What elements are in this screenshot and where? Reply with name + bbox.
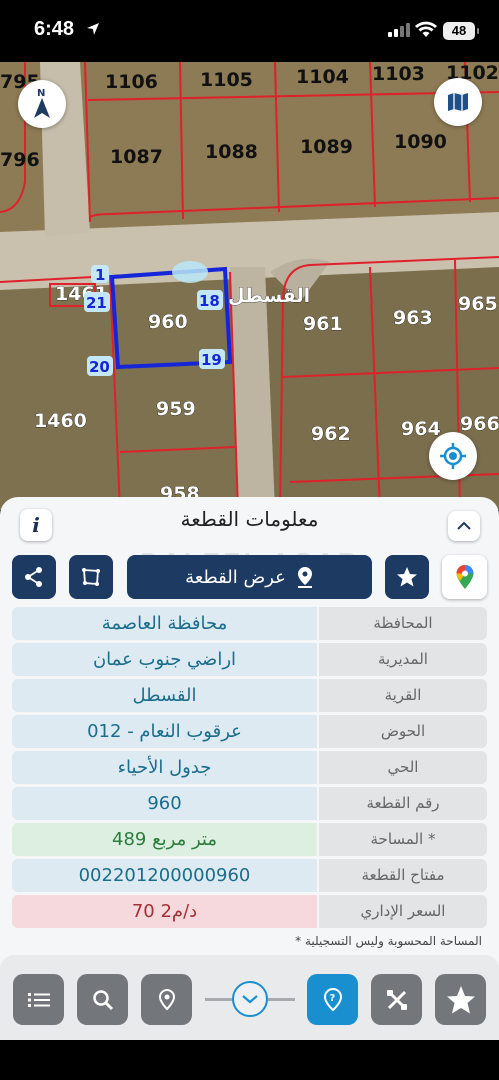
parcel-label: 961 (303, 313, 343, 335)
vertex-label: 19 (201, 351, 222, 369)
chevron-down-icon (242, 995, 258, 1004)
parcel-label: 963 (393, 307, 433, 329)
vertex-label: 1 (95, 266, 105, 284)
list-button[interactable] (13, 974, 64, 1025)
view-parcel-label: عرض القطعة (185, 566, 286, 588)
detail-row-directorate: اراضي جنوب عمان المديرية (12, 643, 487, 676)
battery-indicator: 48 (443, 22, 479, 40)
star-icon (397, 567, 417, 587)
my-location-button[interactable] (429, 432, 477, 480)
parcel-label: 1090 (394, 131, 447, 153)
favorite-button[interactable] (385, 555, 429, 599)
tools-button[interactable] (371, 974, 422, 1025)
list-icon (27, 992, 50, 1007)
share-button[interactable] (12, 555, 56, 599)
detail-label: السعر الإداري (319, 895, 487, 928)
vertex-label: 21 (86, 294, 107, 312)
parcel-details-table: محافظة العاصمة المحافظة اراضي جنوب عمان … (12, 607, 487, 931)
detail-value: جدول الأحياء (12, 751, 317, 784)
collapse-panel-button[interactable] (448, 511, 480, 541)
detail-row-area: 489 متر مربع المساحة * (12, 823, 487, 856)
search-icon (92, 989, 113, 1010)
map-pin-icon (297, 567, 312, 588)
expand-toolbar-button[interactable] (232, 981, 268, 1017)
polygon-icon (82, 568, 100, 586)
parcel-label: 960 (148, 311, 188, 333)
detail-row-parcel-key: 002201200000960 مفتاح القطعة (12, 859, 487, 892)
parcel-label: 1104 (296, 66, 349, 88)
detail-label: الحي (319, 751, 487, 784)
parcel-label: 796 (0, 149, 40, 171)
detail-row-parcel-number: 960 رقم القطعة (12, 787, 487, 820)
map-layers-button[interactable] (434, 78, 482, 126)
detail-value: عرقوب النعام - 012 (12, 715, 317, 748)
parcel-label: 1088 (205, 141, 258, 163)
star-icon (446, 985, 475, 1013)
google-maps-button[interactable] (442, 555, 487, 599)
area-footnote: * المساحة المحسوبة وليس التسجيلية (295, 934, 482, 948)
status-time: 6:48 (34, 18, 75, 40)
panel-title: معلومات القطعة (180, 507, 319, 531)
detail-value: 70 د/م2 (12, 895, 317, 928)
detail-label: المساحة * (319, 823, 487, 856)
vertex-label: 20 (89, 358, 110, 376)
parcel-label: 1087 (110, 146, 163, 168)
view-parcel-button[interactable]: عرض القطعة (127, 555, 372, 599)
parcel-label: 959 (156, 398, 196, 420)
detail-label: رقم القطعة (319, 787, 487, 820)
parcel-label: 1106 (105, 71, 158, 93)
detail-row-neighborhood: جدول الأحياء الحي (12, 751, 487, 784)
parcel-label: 1089 (300, 136, 353, 158)
parcel-label: 1105 (200, 69, 253, 91)
google-maps-icon (456, 565, 473, 589)
parcel-actions: عرض القطعة (0, 555, 499, 599)
vertex-label: 18 (199, 292, 220, 310)
share-icon (25, 567, 42, 587)
svg-text:N: N (37, 88, 45, 99)
street-label: القسطل (228, 285, 310, 307)
cellular-signal-icon (388, 23, 410, 37)
parcel-label: 1103 (372, 63, 425, 85)
detail-value: اراضي جنوب عمان (12, 643, 317, 676)
map-view[interactable]: 1106 1105 1104 1103 1102 795 796 1087 10… (0, 62, 499, 510)
status-bar: 6:48 48 (0, 0, 499, 62)
parcel-label: 1460 (34, 410, 87, 432)
home-indicator-area (0, 1040, 499, 1080)
detail-label: المديرية (319, 643, 487, 676)
detail-label: مفتاح القطعة (319, 859, 487, 892)
chevron-up-icon (457, 521, 471, 530)
tools-icon (386, 989, 407, 1010)
detail-value: 960 (12, 787, 317, 820)
parcel-label: 966 (460, 413, 499, 435)
detail-value: 489 متر مربع (12, 823, 317, 856)
map-icon (448, 93, 468, 111)
parcel-shape-button[interactable] (69, 555, 113, 599)
detail-label: المحافظة (319, 607, 487, 640)
detail-label: القرية (319, 679, 487, 712)
detail-row-basin: عرقوب النعام - 012 الحوض (12, 715, 487, 748)
location-pin-button[interactable] (141, 974, 192, 1025)
favorites-button[interactable] (435, 974, 486, 1025)
detail-row-admin-price: 70 د/م2 السعر الإداري (12, 895, 487, 928)
help-button[interactable]: ? (307, 974, 358, 1025)
search-button[interactable] (77, 974, 128, 1025)
locate-target-icon (440, 443, 466, 469)
compass-north-button[interactable]: N (18, 80, 66, 128)
detail-value: 002201200000960 (12, 859, 317, 892)
north-arrow-icon: N (34, 88, 50, 118)
location-arrow-icon (87, 23, 99, 35)
parcel-label: 962 (311, 423, 351, 445)
detail-row-governorate: محافظة العاصمة المحافظة (12, 607, 487, 640)
help-pin-icon: ? (323, 987, 342, 1011)
detail-value: القسطل (12, 679, 317, 712)
detail-value: محافظة العاصمة (12, 607, 317, 640)
detail-label: الحوض (319, 715, 487, 748)
detail-row-village: القسطل القرية (12, 679, 487, 712)
parcel-label: 964 (401, 418, 441, 440)
pin-icon (158, 988, 175, 1010)
map-canvas[interactable]: 1106 1105 1104 1103 1102 795 796 1087 10… (0, 62, 499, 510)
wifi-icon (415, 21, 437, 37)
svg-text:?: ? (329, 993, 335, 1004)
parcel-label: 965 (458, 293, 498, 315)
